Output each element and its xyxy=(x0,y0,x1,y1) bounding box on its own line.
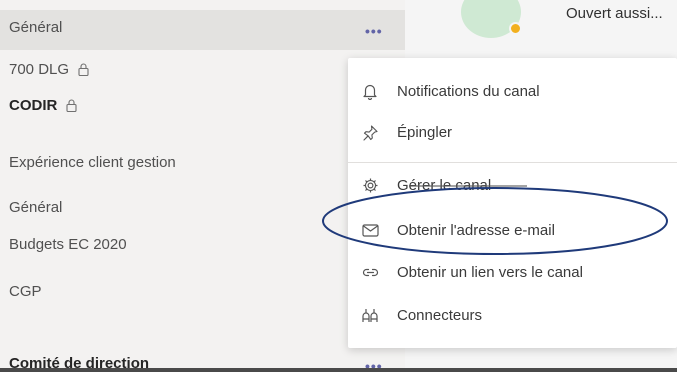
menu-item-channel-notifications[interactable]: Notifications du canal xyxy=(348,72,677,110)
channel-context-menu: Notifications du canal Épingler Gérer le… xyxy=(348,58,677,348)
menu-item-pin[interactable]: Épingler xyxy=(348,113,677,151)
menu-item-connectors[interactable]: Connecteurs xyxy=(348,296,677,334)
menu-item-get-channel-link[interactable]: Obtenir un lien vers le canal xyxy=(348,253,677,291)
strikethrough-mark xyxy=(409,185,527,187)
menu-item-get-email-address[interactable]: Obtenir l'adresse e-mail xyxy=(348,211,677,249)
channel-label: Budgets EC 2020 xyxy=(9,236,127,253)
open-also-text: Ouvert aussi... xyxy=(566,5,663,22)
bottom-border xyxy=(0,368,677,372)
channel-label: 700 DLG xyxy=(9,61,70,78)
channel-label: CGP xyxy=(9,283,42,300)
link-icon xyxy=(361,263,379,281)
channel-label: Général xyxy=(9,19,63,36)
channel-label: CODIR xyxy=(9,97,58,114)
lock-icon xyxy=(66,99,77,112)
bell-icon xyxy=(361,82,379,100)
menu-divider xyxy=(348,162,677,163)
menu-item-label: Notifications du canal xyxy=(397,82,540,100)
presence-status-dot xyxy=(509,22,522,35)
mail-icon xyxy=(361,221,379,239)
channel-experience-client[interactable]: Expérience client gestion xyxy=(9,154,176,171)
menu-item-label: Épingler xyxy=(397,123,453,141)
channel-general[interactable]: Général xyxy=(9,199,62,216)
channel-label: Expérience client gestion xyxy=(9,154,176,171)
channel-sidebar: Général ••• 700 DLG CODIR Expérience cli… xyxy=(0,0,405,372)
pin-icon xyxy=(361,123,379,141)
connectors-icon xyxy=(361,306,379,324)
menu-item-label: Obtenir un lien vers le canal xyxy=(397,263,583,281)
channel-codir[interactable]: CODIR xyxy=(9,97,77,114)
channel-label: Général xyxy=(9,199,63,216)
menu-item-label: Connecteurs xyxy=(397,306,483,324)
channel-general-active[interactable]: Général xyxy=(9,19,62,36)
more-options-button[interactable]: ••• xyxy=(365,23,383,39)
menu-item-label: Obtenir l'adresse e-mail xyxy=(397,221,555,239)
channel-700-dlg[interactable]: 700 DLG xyxy=(9,61,89,78)
lock-icon xyxy=(78,63,89,76)
gear-icon xyxy=(361,176,379,194)
channel-budgets[interactable]: Budgets EC 2020 xyxy=(9,236,127,253)
channel-cgp[interactable]: CGP xyxy=(9,283,42,300)
